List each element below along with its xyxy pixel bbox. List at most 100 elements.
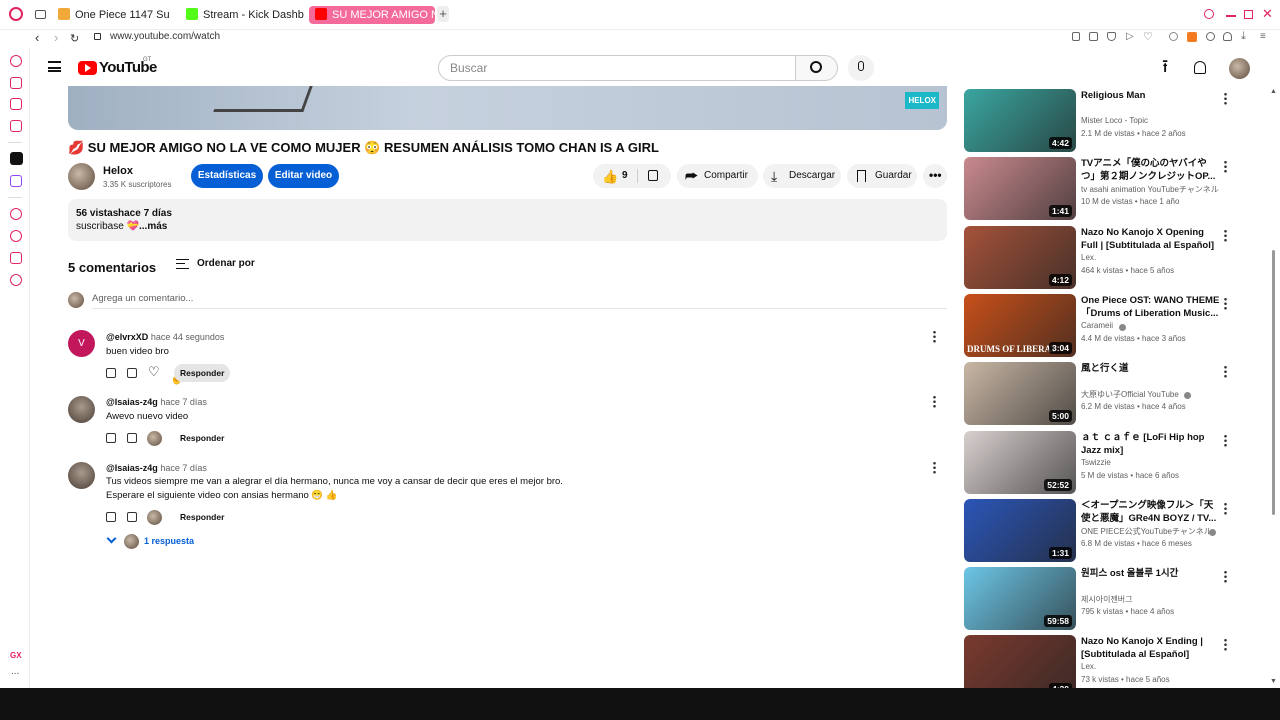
sort-by-button[interactable]: Ordenar por [197,258,255,269]
sidebar-twitch-icon[interactable] [10,175,22,187]
sidebar-player-icon[interactable] [10,208,22,220]
minimize-icon[interactable] [1226,15,1236,17]
recommended-channel[interactable]: Carameii [1081,321,1113,330]
voice-search-button[interactable] [848,55,874,81]
recommended-menu-icon[interactable] [1224,638,1227,652]
save-button[interactable]: Guardar [847,164,917,188]
recommended-video[interactable]: 1:41 TVアニメ「僕の心のヤバイやつ」第２期ノンクレジットOP... tv as… [964,157,1264,221]
channel-watermark-badge[interactable]: HELOX [905,92,939,109]
upload-icon[interactable]: ⭱ [1162,57,1168,75]
scroll-down-icon[interactable]: ▼ [1270,678,1277,685]
reply-button[interactable]: Responder [174,429,230,447]
recommended-channel[interactable]: tv asahi animation YouTubeチャンネル [1081,184,1219,195]
profile-icon[interactable] [1223,32,1232,41]
sidebar-aria-icon[interactable] [10,55,22,67]
sidebar-extensions-icon[interactable] [10,252,22,264]
url-field[interactable]: www.youtube.com/watch [110,31,220,42]
dislike-button[interactable] [641,164,669,188]
comment-time[interactable]: hace 7 días [160,397,207,407]
sidebar-gx-label[interactable]: GX [10,651,22,660]
recommended-menu-icon[interactable] [1224,501,1227,515]
view-replies-button[interactable]: 1 respuesta [106,533,206,550]
video-thumbnail[interactable]: 52:52 [964,430,1076,494]
comment-like-icon[interactable] [106,512,116,522]
sidebar-bag-icon[interactable] [10,77,22,89]
edit-video-button[interactable]: Editar video [268,164,339,188]
comment-avatar[interactable] [68,396,95,423]
new-tab-button[interactable]: + [437,6,449,22]
menu-icon[interactable]: ≡ [1260,31,1266,42]
comment-author[interactable]: @elvrxXD [106,332,148,342]
video-thumbnail[interactable]: 4:42 [964,89,1076,152]
recommended-video[interactable]: 4:12 Nazo No Kanojo X Opening Full | [Sub… [964,225,1264,289]
video-player[interactable]: HELOX [68,86,947,130]
tab-one-piece[interactable]: One Piece 1147 Sub Espa [58,6,170,24]
recommended-title[interactable]: ａｔ ｃａｆｅ [LoFi Hip hop Jazz mix] [1081,431,1221,457]
recommended-channel[interactable]: Mister Loco - Topic [1081,116,1148,125]
download-icon[interactable]: ⤓ [1241,30,1246,43]
heart-icon[interactable]: ♡ [1143,30,1153,43]
youtube-logo-icon[interactable] [78,61,97,75]
stats-button[interactable]: Estadísticas [191,164,263,188]
addon-orange-icon[interactable] [1187,32,1197,42]
more-actions-button[interactable]: ••• [923,164,947,188]
opera-logo-icon[interactable] [9,7,23,21]
extension-icon[interactable] [1072,32,1080,41]
recommended-menu-icon[interactable] [1224,433,1227,447]
back-icon[interactable]: ‹ [35,30,39,45]
account-avatar[interactable] [1229,58,1250,79]
comment-avatar[interactable] [68,462,95,489]
recommended-channel[interactable]: Tswizzie [1081,458,1111,467]
reply-button[interactable]: Responder [174,364,231,382]
recommended-video[interactable]: 4:42 Religious Man Mister Loco - Topic 2.1 … [964,89,1264,152]
video-thumbnail[interactable]: 4:12 [964,225,1076,289]
video-thumbnail[interactable]: 5:00 [964,362,1076,426]
sidebar-settings-icon[interactable] [10,274,22,286]
recommended-video[interactable]: 59:58 원피스 ost 올블루 1시간 제시아이젠버그 795 k vistas … [964,567,1264,631]
recommended-menu-icon[interactable] [1224,365,1227,379]
play-icon[interactable]: ▷ [1126,31,1134,42]
recommended-title[interactable]: Nazo No Kanojo X Opening Full | [Subtitu… [1081,226,1221,252]
recommended-title[interactable]: TVアニメ「僕の心のヤバイやつ」第２期ノンクレジットOP... [1081,157,1221,183]
search-button[interactable] [796,55,838,81]
comment-like-icon[interactable] [106,433,116,443]
recommended-video[interactable]: DRUMS OF LIBERAT 3:04 One Piece OST: WANO … [964,293,1264,357]
comment-menu-icon[interactable] [933,395,936,408]
sort-icon[interactable] [176,259,189,269]
video-thumbnail[interactable]: 1:41 [964,157,1076,221]
reply-button[interactable]: Responder [174,508,230,526]
comment-time[interactable]: hace 7 días [160,463,207,473]
heart-outline-icon[interactable]: ♡ [148,364,160,380]
tab-youtube-active[interactable]: SU MEJOR AMIGO NO [309,6,435,24]
shield-icon[interactable] [1107,32,1116,41]
recommended-channel[interactable]: ONE PIECE公式YouTubeチャンネル [1081,526,1212,537]
recommended-channel[interactable]: Lex. [1081,662,1096,671]
video-thumbnail[interactable]: 59:58 [964,567,1076,631]
sidebar-history-icon[interactable] [10,230,22,242]
recommended-video[interactable]: 1:31 ＜オープニング映像フル＞「天使と悪魔」GRe4N BOYZ / TV..… [964,498,1264,562]
comment-dislike-icon[interactable] [127,433,137,443]
channel-name[interactable]: Helox [103,165,133,177]
maximize-icon[interactable] [1244,10,1253,19]
recommended-channel[interactable]: Lex. [1081,253,1096,262]
comment-dislike-icon[interactable] [127,512,137,522]
close-window-icon[interactable]: ✕ [1262,7,1273,21]
comment-avatar[interactable]: V [68,330,95,357]
vpn-icon[interactable] [1169,32,1178,41]
tab-kick-dashboard[interactable]: Stream - Kick Dashboard [186,6,304,24]
comment-time[interactable]: hace 44 segundos [151,332,225,342]
sidebar-more-icon[interactable]: ... [11,666,19,677]
like-button[interactable]: 👍 9 [593,164,635,188]
comment-menu-icon[interactable] [933,330,936,343]
recommended-title[interactable]: 원피스 ost 올블루 1시간 [1081,567,1221,580]
recommended-title[interactable]: 風と行く道 [1081,362,1221,375]
comment-author[interactable]: @Isaias-z4g [106,463,158,473]
recommended-channel[interactable]: 大原ゆい子Official YouTube [1081,389,1179,400]
recommended-menu-icon[interactable] [1224,160,1227,174]
sidebar-m-icon[interactable] [10,120,22,132]
comment-like-icon[interactable] [106,368,116,378]
video-thumbnail[interactable]: DRUMS OF LIBERAT 3:04 [964,293,1076,357]
recommended-menu-icon[interactable] [1224,570,1227,584]
hamburger-menu-icon[interactable] [48,61,61,72]
recommended-menu-icon[interactable] [1224,296,1227,310]
